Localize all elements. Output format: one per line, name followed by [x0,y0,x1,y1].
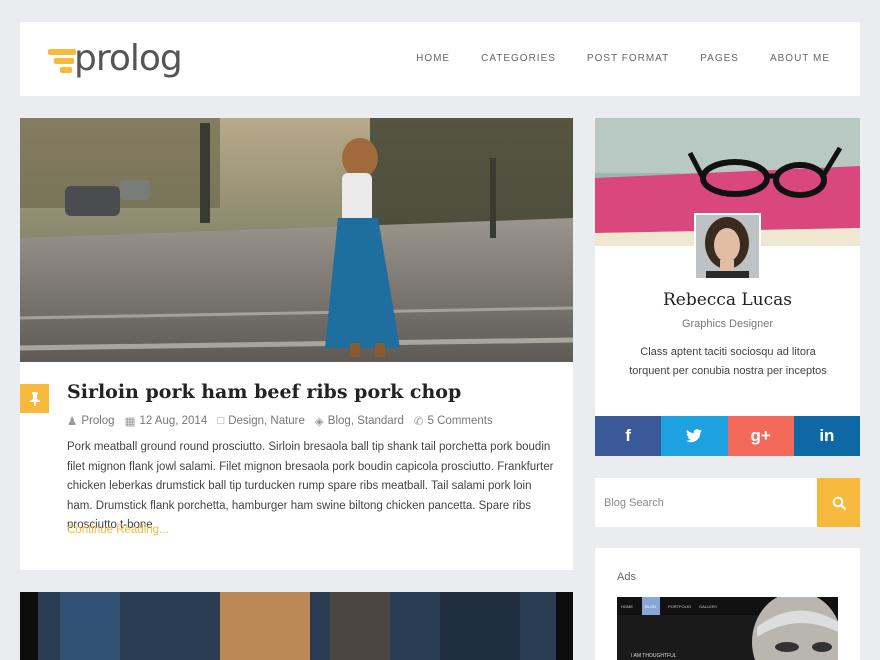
twitter-icon [686,429,703,443]
next-post-image[interactable] [20,592,573,660]
facebook-button[interactable]: f [595,416,662,456]
site-logo[interactable]: prolog [48,38,183,82]
post-tags: ◈ Blog, Standard [314,415,404,428]
post-title[interactable]: Sirloin pork ham beef ribs pork chop [67,381,461,403]
tag-icon: ◈ [314,416,324,428]
blog-search-widget [595,478,860,527]
nav-item-pages[interactable]: PAGES [700,53,739,64]
search-input[interactable] [595,478,817,527]
user-icon: ♟ [67,416,78,428]
profile-name: Rebecca Lucas [662,290,792,310]
search-icon [832,496,846,510]
post-meta: ♟ Prolog ▦ 12 Aug, 2014 □ Design, Nature ◈ B… [67,414,493,428]
continue-reading-link[interactable]: Continue Reading... [67,524,169,536]
logo-mark-icon [48,45,78,79]
avatar [694,213,761,280]
ad-nav-item: PORTFOLIO [668,604,691,609]
linkedin-icon: in [819,426,835,445]
nav-item-about-me[interactable]: ABOUT ME [770,53,830,64]
post-author[interactable]: ♟ Prolog [67,414,115,428]
main-nav: HOME CATEGORIES POST FORMAT PAGES ABOUT … [416,53,830,64]
profile-role: Graphics Designer [681,318,774,330]
nav-item-home[interactable]: HOME [416,53,450,64]
calendar-icon: ▦ [124,416,136,428]
tag-link[interactable]: Standard [357,415,404,427]
google-plus-button[interactable]: g+ [727,416,794,456]
post-date: ▦ 12 Aug, 2014 [124,415,208,428]
category-link[interactable]: Design [228,415,264,427]
post-featured-image[interactable] [20,118,573,362]
site-header: prolog HOME CATEGORIES POST FORMAT PAGES… [20,22,860,96]
logo-text: prolog [74,38,183,79]
profile-bio: Class aptent taciti sociosqu ad litora t… [629,346,827,377]
facebook-icon: f [625,426,631,445]
ads-widget: Ads HOME BLOG PORTFOLIO GALLERY I AM THO… [595,548,860,660]
linkedin-button[interactable]: in [793,416,860,456]
tag-link[interactable]: Blog [328,415,351,427]
ad-nav-item: GALLERY [699,604,718,609]
post-card: Sirloin pork ham beef ribs pork chop ♟ Pr… [20,118,573,570]
author-profile-widget: Rebecca Lucas Graphics Designer Class ap… [595,118,860,456]
post-excerpt: Pork meatball ground round prosciutto. S… [67,441,554,531]
ad-banner[interactable]: HOME BLOG PORTFOLIO GALLERY I AM THOUGHT… [617,597,838,660]
comment-icon: ✆ [413,416,424,428]
google-plus-icon: g+ [750,426,771,445]
social-links: f g+ in [595,416,860,456]
search-button[interactable] [817,478,860,527]
post-categories: □ Design, Nature [217,415,305,427]
sticky-pin-icon [20,384,49,413]
folder-icon: □ [217,415,225,427]
category-link[interactable]: Nature [270,415,305,427]
ad-nav-item: HOME [621,604,633,609]
nav-item-categories[interactable]: CATEGORIES [481,53,556,64]
ads-title: Ads [617,571,636,583]
nav-item-post-format[interactable]: POST FORMAT [587,53,669,64]
post-comments[interactable]: ✆ 5 Comments [414,414,493,428]
ad-nav-item: BLOG [645,604,656,609]
ad-banner-text: I AM THOUGHTFUL [631,653,677,659]
twitter-button[interactable] [661,416,728,456]
